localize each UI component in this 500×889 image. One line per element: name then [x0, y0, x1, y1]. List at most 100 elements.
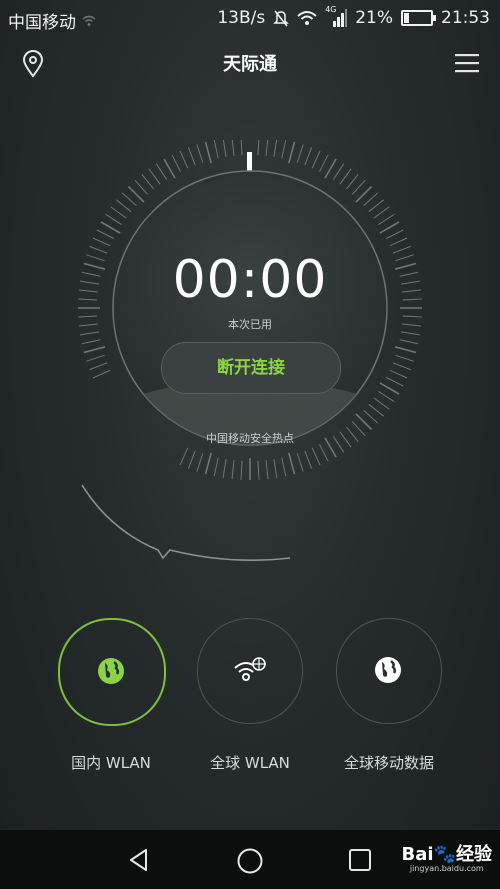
- dial-tick: [281, 457, 287, 477]
- dial-tick: [368, 199, 385, 213]
- signal-bars-icon: [333, 9, 348, 27]
- dial-tick: [240, 140, 243, 156]
- back-triangle-icon[interactable]: [126, 847, 152, 873]
- dial-tick: [213, 457, 219, 477]
- dial-tick: [394, 346, 417, 354]
- wifi-globe-icon: [234, 657, 266, 681]
- hamburger-menu-icon[interactable]: [454, 52, 480, 74]
- dial-tick: [163, 158, 176, 179]
- dial-tick: [296, 144, 304, 163]
- status-left: 中国移动: [8, 8, 96, 33]
- dial-tick: [141, 173, 155, 190]
- dial-tick: [231, 140, 235, 156]
- dial-tick: [339, 168, 352, 185]
- dial-tick: [304, 147, 313, 166]
- wifi-icon: [297, 11, 317, 25]
- dial-tick: [311, 447, 321, 466]
- battery-fill: [404, 13, 409, 23]
- dial-tick: [345, 173, 359, 190]
- dial-tick: [355, 413, 373, 431]
- dial-tick: [96, 229, 114, 239]
- net-speed: 13B/s: [217, 8, 266, 28]
- dial-tick: [171, 154, 181, 172]
- dial-tick: [273, 140, 278, 157]
- dial-tick: [311, 150, 321, 169]
- global-mobile-data-label: 全球移动数据: [343, 754, 434, 772]
- disconnect-button[interactable]: 断开连接: [161, 342, 341, 394]
- dial-tick: [389, 237, 408, 247]
- dial-tick: [386, 229, 404, 239]
- globe-phone-icon: [98, 658, 124, 684]
- dial-tick: [92, 369, 111, 379]
- battery-icon: [401, 10, 436, 26]
- dial-tick: [319, 154, 329, 172]
- dial-tick: [148, 168, 161, 185]
- dial-tick: [399, 339, 419, 345]
- domestic-wlan-button[interactable]: [58, 618, 166, 726]
- dial-tick: [265, 140, 269, 156]
- dial-tick: [134, 179, 148, 195]
- dial-tick: [373, 397, 390, 410]
- globe-phone-icon: [375, 657, 401, 683]
- dial-tick: [368, 403, 385, 417]
- dial-tick: [86, 354, 105, 362]
- dial-tick: [187, 450, 196, 469]
- global-wlan-action[interactable]: 全球 WLAN: [197, 618, 303, 772]
- dial-tick: [83, 346, 106, 354]
- dial-tick: [222, 459, 227, 478]
- wifi-small-icon: [82, 15, 96, 26]
- dial-tick: [324, 158, 337, 179]
- page-title: 天际通: [223, 54, 277, 75]
- dial-tick: [222, 140, 227, 157]
- dial-tick: [187, 147, 196, 166]
- dial-tick: [204, 452, 212, 475]
- dial-tick: [373, 206, 390, 219]
- dial-tick: [332, 163, 345, 180]
- dial-tick: [92, 237, 111, 247]
- dial-tick: [379, 221, 400, 234]
- dial-tick: [213, 140, 219, 159]
- hotspot-name: 中国移动安全热点: [206, 432, 294, 445]
- dial-tick: [100, 221, 121, 234]
- dial-tick: [288, 141, 296, 164]
- dial-tick: [196, 453, 204, 472]
- dial-tick: [273, 459, 278, 478]
- watermark-url: jingyan.baidu.com: [409, 864, 484, 873]
- recent-square-icon[interactable]: [348, 848, 372, 872]
- global-mobile-data-button[interactable]: [336, 618, 442, 724]
- dial-tick: [281, 140, 287, 159]
- global-mobile-data-action[interactable]: 全球移动数据: [336, 618, 442, 772]
- status-right: 13B/s 4G 21% 21:53: [217, 5, 490, 28]
- dial-tick: [127, 185, 145, 203]
- dial-tick: [89, 362, 108, 371]
- title-bar: 天际通: [0, 40, 500, 88]
- home-circle-icon[interactable]: [236, 847, 264, 875]
- dial-tick: [265, 460, 269, 480]
- dial-tick: [363, 410, 379, 424]
- dial-tick: [319, 444, 329, 462]
- dial-tick: [231, 460, 235, 480]
- dial-tick: [179, 447, 189, 466]
- dial-tick: [80, 331, 99, 336]
- dial-tick: [288, 452, 296, 475]
- global-wlan-button[interactable]: [197, 618, 303, 724]
- dial-tick: [392, 362, 411, 371]
- dial-tick: [121, 192, 137, 206]
- dial-tick: [105, 213, 122, 226]
- signal-indicator: 4G: [325, 5, 348, 27]
- dial-tick: [386, 377, 404, 387]
- dial-tick: [110, 206, 127, 219]
- domestic-wlan-action[interactable]: 国内 WLAN: [58, 618, 166, 772]
- dial-sweep-arc: [81, 484, 291, 562]
- dial-tick: [240, 460, 243, 480]
- system-nav-bar: Bai🐾经验 jingyan.baidu.com: [0, 830, 500, 889]
- dial-tick: [378, 390, 395, 403]
- usage-timer: 00:00: [172, 250, 328, 310]
- watermark-main: Bai🐾经验: [401, 844, 492, 865]
- dial-tick: [355, 185, 373, 203]
- mute-icon: [273, 10, 290, 27]
- status-bar: 中国移动 13B/s 4G 21% 21:53: [0, 0, 500, 36]
- clock-time: 21:53: [441, 8, 490, 28]
- dial-tick: [401, 331, 420, 336]
- dial-tick: [352, 179, 366, 195]
